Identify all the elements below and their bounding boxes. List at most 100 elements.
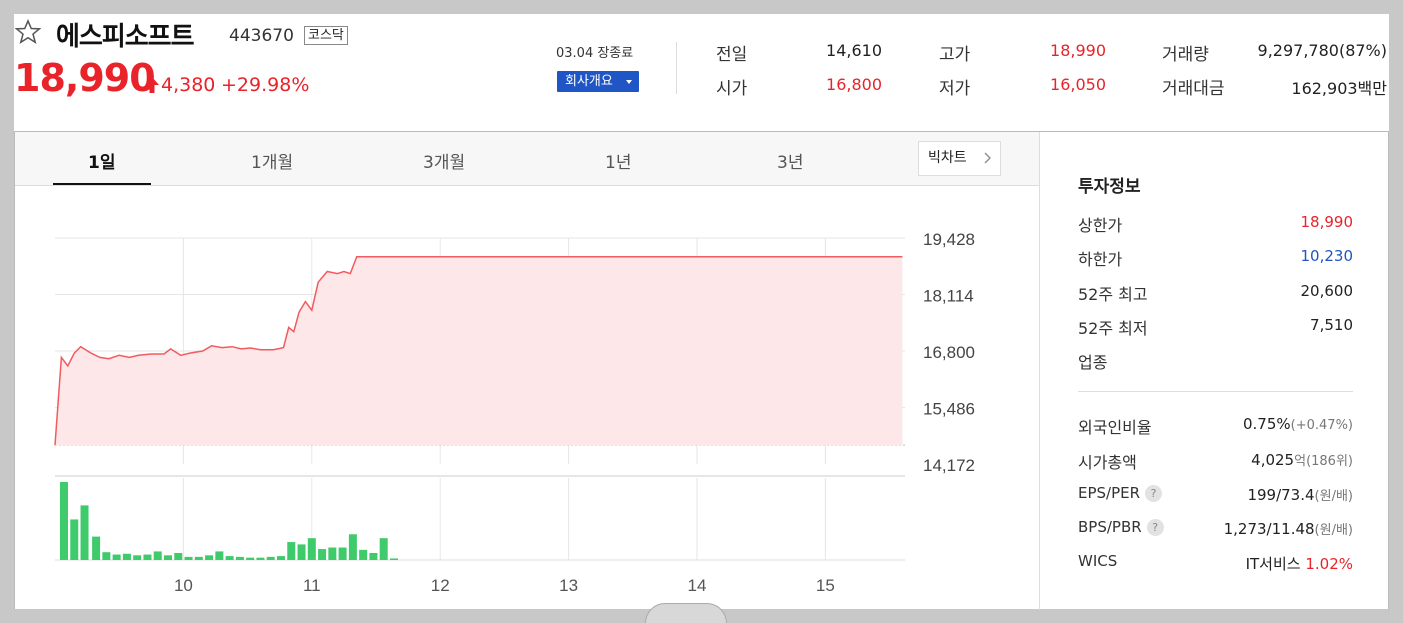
volume-bar — [276, 556, 285, 560]
market-cap-unit: 억(186위) — [1294, 454, 1353, 469]
volume-bar — [122, 553, 131, 560]
tab-3year[interactable]: 3년 — [777, 148, 803, 173]
high-value: 18,990 — [1050, 41, 1106, 60]
volume-label: 거래량 — [1162, 45, 1209, 65]
lower-limit-label: 하한가 — [1078, 250, 1123, 269]
foreign-ratio: 0.75% — [1243, 415, 1291, 433]
bps-pbr: 1,273/11.48 — [1223, 520, 1315, 538]
lower-limit-value: 10,230 — [1300, 247, 1354, 265]
volume-bar — [153, 551, 162, 560]
x-tick-label: 10 — [174, 576, 193, 595]
info-divider — [1078, 391, 1353, 392]
volume-bar — [235, 556, 244, 560]
low-label: 저가 — [939, 79, 971, 99]
volume-bar — [59, 482, 68, 560]
foreign-ratio-value: 0.75%(+0.47%) — [1243, 415, 1353, 433]
market-cap-label: 시가총액 — [1078, 453, 1137, 472]
volume-bar — [287, 542, 296, 560]
volume-bar — [184, 556, 193, 560]
help-icon[interactable]: ? — [1145, 485, 1163, 502]
intraday-chart[interactable]: 19,428 18,114 16,800 15,486 14,172 10 11 12 13 1… — [15, 186, 1039, 610]
x-tick-label: 15 — [816, 576, 835, 595]
eps-per-label-text: EPS/PER — [1078, 484, 1141, 502]
volume-bar — [70, 519, 79, 560]
market-cap: 4,025 — [1251, 451, 1295, 469]
volume-value: 9,297,780(87%) — [1257, 41, 1387, 60]
volume-bar — [359, 549, 368, 560]
bottom-handle[interactable] — [645, 603, 727, 623]
star-icon[interactable] — [14, 18, 42, 46]
period-tabs: 1일 1개월 3개월 1년 3년 빅차트 — [15, 132, 1039, 186]
w52-high-label: 52주 최고 — [1078, 285, 1148, 304]
prev-close-value: 14,610 — [826, 41, 882, 60]
price-change: 4,380 — [161, 74, 216, 96]
tab-1day[interactable]: 1일 — [88, 148, 115, 173]
big-chart-button[interactable]: 빅차트 — [918, 141, 1001, 176]
volume-bar — [266, 556, 275, 560]
volume-bar — [92, 536, 101, 560]
bps-pbr-unit: (원/배) — [1314, 523, 1353, 538]
sector-label: 업종 — [1078, 353, 1108, 372]
trade-amount-label: 거래대금 — [1162, 79, 1225, 99]
w52-low-label: 52주 최저 — [1078, 319, 1148, 338]
open-value: 16,800 — [826, 75, 882, 94]
y-tick-label: 15,486 — [923, 400, 975, 419]
upper-limit-label: 상한가 — [1078, 216, 1123, 235]
company-overview-button[interactable]: 회사개요 — [557, 71, 639, 92]
trade-amount-value: 162,903백만 — [1291, 79, 1387, 98]
volume-bar — [389, 558, 398, 560]
eps-per-label: EPS/PER? — [1078, 484, 1163, 502]
volume-bar — [215, 551, 224, 560]
wics-value[interactable]: IT서비스 1.02% — [1246, 553, 1353, 574]
volume-bar — [328, 547, 337, 560]
prev-close-label: 전일 — [716, 45, 748, 65]
volume-bar — [348, 534, 357, 560]
tab-1month[interactable]: 1개월 — [251, 148, 293, 173]
volume-bar — [338, 547, 347, 560]
y-tick-label: 19,428 — [923, 230, 975, 249]
market-status: 03.04 장종료 — [556, 46, 634, 61]
y-tick-label: 16,800 — [923, 343, 975, 362]
help-icon[interactable]: ? — [1146, 519, 1164, 536]
chevron-right-icon — [984, 152, 991, 164]
volume-bar — [112, 554, 121, 560]
volume-bar — [297, 544, 306, 560]
arrow-up-icon — [145, 77, 159, 93]
volume-bar — [102, 552, 111, 560]
wics-sector: IT서비스 — [1245, 555, 1301, 573]
market-cap-value: 4,025억(186위) — [1251, 450, 1353, 469]
eps-per: 199/73.4 — [1247, 486, 1315, 504]
investment-info: 투자정보 상한가 18,990 하한가 10,230 52주 최고 20,600… — [1039, 132, 1389, 610]
upper-limit-value: 18,990 — [1300, 213, 1354, 231]
active-tab-indicator — [53, 183, 151, 185]
y-tick-label: 18,114 — [923, 287, 974, 306]
foreign-ratio-change: (+0.47%) — [1290, 418, 1353, 433]
open-label: 시가 — [716, 79, 748, 99]
volume-bar — [133, 555, 142, 560]
w52-high-value: 20,600 — [1300, 282, 1354, 300]
volume-bar — [318, 549, 327, 560]
tab-1year[interactable]: 1년 — [605, 148, 631, 173]
y-tick-label: 14,172 — [923, 456, 975, 475]
stock-name: 에스피소프트 — [56, 22, 195, 52]
volume-bar — [369, 552, 378, 560]
wics-label: WICS — [1078, 552, 1118, 570]
eps-per-unit: (원/배) — [1314, 489, 1353, 504]
volume-bar — [174, 552, 183, 560]
tab-3month[interactable]: 3개월 — [423, 148, 465, 173]
stock-card: 에스피소프트 443670 코스닥 18,990 4,380 +29.98% 0… — [14, 14, 1389, 610]
market-badge: 코스닥 — [304, 26, 348, 45]
volume-bar — [256, 557, 265, 560]
volume-bar — [163, 555, 172, 560]
w52-low-value: 7,510 — [1310, 316, 1353, 334]
current-price: 18,990 — [14, 56, 156, 100]
volume-bar — [225, 556, 234, 560]
low-value: 16,050 — [1050, 75, 1106, 94]
volume-bar — [194, 556, 203, 560]
price-change-pct: +29.98% — [221, 74, 310, 96]
volume-bar — [307, 538, 316, 560]
high-label: 고가 — [939, 45, 971, 65]
volume-bar — [80, 505, 89, 560]
volume-bar — [379, 538, 388, 560]
bps-pbr-value: 1,273/11.48(원/배) — [1224, 519, 1353, 538]
